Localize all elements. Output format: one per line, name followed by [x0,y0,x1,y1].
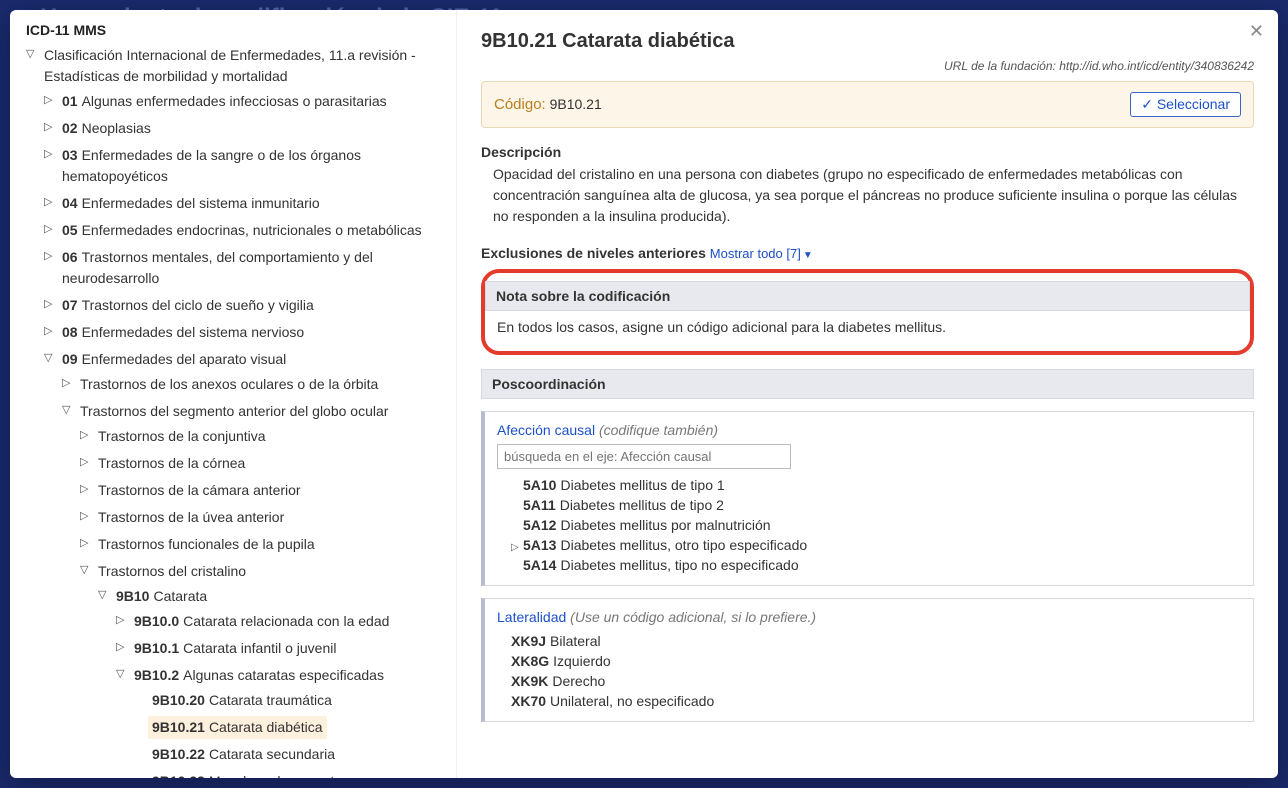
tree-item[interactable]: Trastornos de los anexos oculares o de l… [76,373,382,396]
tree-expand-icon[interactable] [134,743,148,745]
tree-item[interactable]: 9B10Catarata [112,585,211,608]
tree-expand-icon[interactable]: ▷ [116,637,130,656]
tree-item[interactable]: 9B10.21Catarata diabética [148,716,327,739]
tree-expand-icon[interactable]: ▷ [44,321,58,340]
foundation-url: URL de la fundación: http://id.who.int/i… [481,59,1254,73]
tree-expand-icon[interactable]: ▷ [44,219,58,238]
tree-item[interactable]: 9B10.20Catarata traumática [148,689,336,712]
tree-item[interactable]: 9B10.22Catarata secundaria [148,743,339,766]
axis-item[interactable]: XK9JBilateral [511,631,1241,651]
tree-expand-icon[interactable]: ▷ [80,533,94,552]
code-label: Código: [494,96,546,113]
axis-item[interactable]: 5A12Diabetes mellitus por malnutrición [511,515,1241,535]
tree-title: ICD-11 MMS [26,22,456,38]
tree-item[interactable]: 03Enfermedades de la sangre o de los órg… [58,144,456,188]
tree-item[interactable]: 9B10.1Catarata infantil o juvenil [130,637,340,660]
tree-expand-icon[interactable]: ▷ [44,294,58,313]
tree-item[interactable]: 07Trastornos del ciclo de sueño y vigili… [58,294,318,317]
coding-note-heading: Nota sobre la codificación [485,281,1250,311]
tree-item[interactable]: 04Enfermedades del sistema inmunitario [58,192,324,215]
tree-root[interactable]: Clasificación Internacional de Enfermeda… [40,44,456,88]
select-button[interactable]: ✓ Seleccionar [1130,92,1241,117]
description-text: Opacidad del cristalino en una persona c… [481,164,1254,227]
axis-causal: Afección causal (codifique también) 5A10… [481,411,1254,586]
tree-expand-icon[interactable]: ▷ [44,90,58,109]
close-icon[interactable]: ✕ [1249,22,1264,40]
tree-expand-icon[interactable]: ▷ [80,425,94,444]
tree-expand-icon[interactable]: ▷ [44,144,58,163]
hierarchy-tree-pane[interactable]: ICD-11 MMS ▽ Clasificación Internacional… [10,10,457,778]
tree-item[interactable]: Trastornos de la córnea [94,452,249,475]
axis-item[interactable]: XK8GIzquierdo [511,651,1241,671]
tree-item[interactable]: 06Trastornos mentales, del comportamient… [58,246,456,290]
tree-collapse-icon[interactable]: ▽ [26,44,40,63]
tree-item[interactable]: Trastornos funcionales de la pupila [94,533,319,556]
axis-item[interactable]: 5A10Diabetes mellitus de tipo 1 [511,475,1241,495]
tree-item[interactable]: Trastornos del segmento anterior del glo… [76,400,392,423]
axis-item[interactable]: 5A11Diabetes mellitus de tipo 2 [511,495,1241,515]
tree-expand-icon[interactable]: ▷ [80,452,94,471]
tree-item[interactable]: Trastornos del cristalino [94,560,250,583]
axis-item[interactable]: 5A14Diabetes mellitus, tipo no especific… [511,555,1241,575]
exclusions-show-all-link[interactable]: Mostrar todo [7]▼ [710,246,813,261]
code-box: Código: 9B10.21 ✓ Seleccionar [481,81,1254,128]
description-heading: Descripción [481,144,1254,160]
tree-item[interactable]: Trastornos de la cámara anterior [94,479,305,502]
tree-expand-icon[interactable]: ▷ [44,192,58,211]
tree-expand-icon[interactable]: ▽ [98,585,112,604]
coding-note-text: En todos los casos, asigne un código adi… [485,311,1250,343]
axis-causal-hint: (codifique también) [599,422,718,438]
coding-note-highlight: Nota sobre la codificación En todos los … [481,269,1254,355]
code-value: 9B10.21 [550,96,602,112]
tree-expand-icon[interactable]: ▽ [62,400,76,419]
tree-expand-icon[interactable]: ▷ [116,610,130,629]
tree-item[interactable]: 09Enfermedades del aparato visual [58,348,290,371]
entity-title: 9B10.21 Catarata diabética [481,30,1254,53]
axis-item[interactable]: XK9KDerecho [511,671,1241,691]
tree-expand-icon[interactable]: ▷ [44,246,58,265]
tree-item[interactable]: Trastornos de la conjuntiva [94,425,270,448]
tree-expand-icon[interactable]: ▽ [80,560,94,579]
tree-item[interactable]: 01Algunas enfermedades infecciosas o par… [58,90,391,113]
tree-item[interactable]: 9B10.23Manchas glaucomatosas subcapsular… [148,770,456,778]
axis-laterality-hint: (Use un código adicional, si lo prefiere… [570,609,816,625]
tree-expand-icon[interactable] [134,689,148,691]
detail-modal: ✕ ICD-11 MMS ▽ Clasificación Internacion… [10,10,1278,778]
detail-pane: 9B10.21 Catarata diabética URL de la fun… [457,10,1278,778]
tree-expand-icon[interactable]: ▽ [116,664,130,683]
tree-expand-icon[interactable] [134,770,148,772]
tree-expand-icon[interactable]: ▽ [44,348,58,367]
tree-expand-icon[interactable]: ▷ [62,373,76,392]
tree-item[interactable]: Trastornos de la úvea anterior [94,506,288,529]
axis-causal-search-input[interactable] [497,444,791,469]
tree-item[interactable]: 08Enfermedades del sistema nervioso [58,321,308,344]
tree-item[interactable]: 05Enfermedades endocrinas, nutricionales… [58,219,426,242]
postcoordination-heading: Poscoordinación [481,369,1254,399]
tree-expand-icon[interactable]: ▷ [80,479,94,498]
tree-expand-icon[interactable]: ▷ [80,506,94,525]
tree-item[interactable]: 9B10.0Catarata relacionada con la edad [130,610,393,633]
tree-item[interactable]: 02Neoplasias [58,117,155,140]
tree-expand-icon[interactable] [134,716,148,718]
tree-item[interactable]: 9B10.2Algunas cataratas especificadas [130,664,388,687]
exclusions-heading: Exclusiones de niveles anteriores [481,245,706,261]
axis-causal-title[interactable]: Afección causal [497,422,595,438]
axis-item[interactable]: XK70Unilateral, no especificado [511,691,1241,711]
axis-laterality: Lateralidad (Use un código adicional, si… [481,598,1254,722]
tree-expand-icon[interactable]: ▷ [44,117,58,136]
axis-laterality-title[interactable]: Lateralidad [497,609,566,625]
axis-item[interactable]: ▷5A13Diabetes mellitus, otro tipo especi… [511,535,1241,555]
